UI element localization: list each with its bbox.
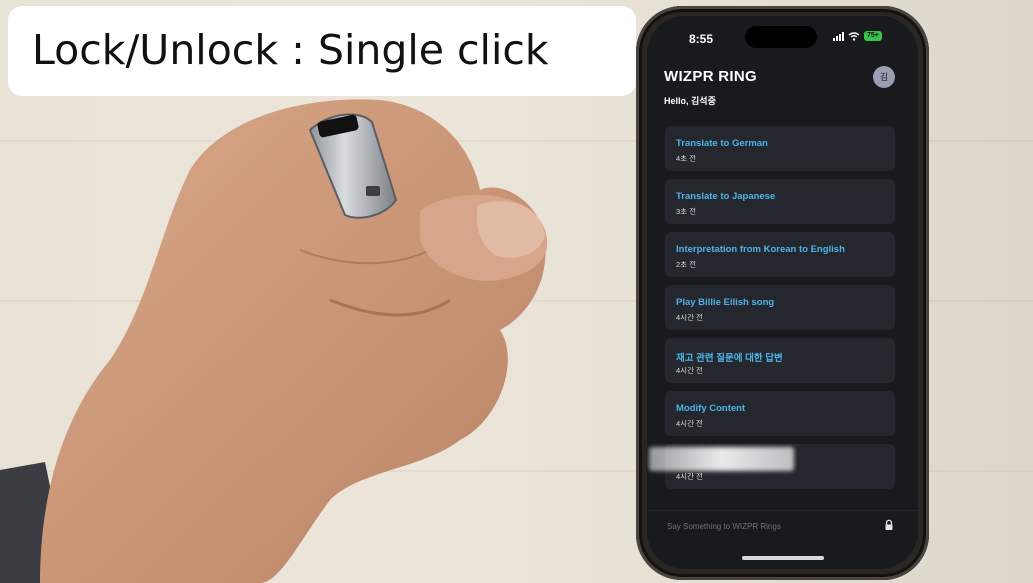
history-item-title: Modify Content — [676, 403, 746, 414]
history-item-time: 4시간 전 — [676, 366, 703, 375]
app-title: WIZPR RING — [664, 68, 757, 85]
caption-text: Lock/Unlock : Single click — [32, 26, 549, 74]
history-item-time: 4초 전 — [676, 154, 697, 163]
history-item-title: Play Billie Eilish song — [676, 297, 775, 308]
lock-icon[interactable] — [883, 519, 895, 531]
history-item[interactable]: Translate to Japanese 3초 전 — [665, 179, 895, 224]
history-item[interactable]: Translate to German 4초 전 — [665, 126, 895, 171]
history-item-time: 4시간 전 — [676, 313, 703, 322]
history-item-time: 3초 전 — [676, 207, 697, 216]
history-item[interactable]: Interpretation from Korean to English 2초… — [665, 232, 895, 277]
battery-icon: 75+ — [864, 31, 882, 41]
history-item[interactable]: Modify Content 4시간 전 — [665, 391, 895, 436]
home-indicator[interactable] — [742, 556, 824, 560]
avatar[interactable]: 김 — [873, 66, 895, 88]
wifi-icon — [848, 31, 860, 41]
signal-icon — [833, 31, 844, 41]
message-input[interactable] — [665, 517, 879, 535]
history-item-title: Translate to German — [676, 138, 768, 149]
history-item[interactable]: 재고 관련 질문에 대한 답변 4시간 전 — [665, 338, 895, 383]
history-item-time: 4시간 전 — [676, 472, 703, 481]
screen-glare — [649, 447, 794, 471]
history-item-time: 2초 전 — [676, 260, 697, 269]
history-item-title: Interpretation from Korean to English — [676, 244, 845, 255]
status-icons: 75+ — [833, 31, 882, 41]
history-item-time: 4시간 전 — [676, 419, 703, 428]
status-time: 8:55 — [689, 32, 714, 46]
history-list: Translate to German 4초 전 Translate to Ja… — [665, 126, 895, 497]
history-item-title: 재고 관련 질문에 대한 답변 — [676, 353, 783, 364]
greeting: Hello, 김석중 — [664, 96, 716, 106]
history-item-title: Translate to Japanese — [676, 191, 776, 202]
hand — [40, 99, 546, 583]
message-bar — [647, 510, 918, 539]
phone-screen: 8:55 75+ WIZPR RING Hello, 김석중 김 Transla… — [647, 16, 918, 569]
history-item[interactable]: Play Billie Eilish song 4시간 전 — [665, 285, 895, 330]
overlay-caption: Lock/Unlock : Single click — [8, 6, 636, 96]
dynamic-island — [745, 26, 817, 48]
